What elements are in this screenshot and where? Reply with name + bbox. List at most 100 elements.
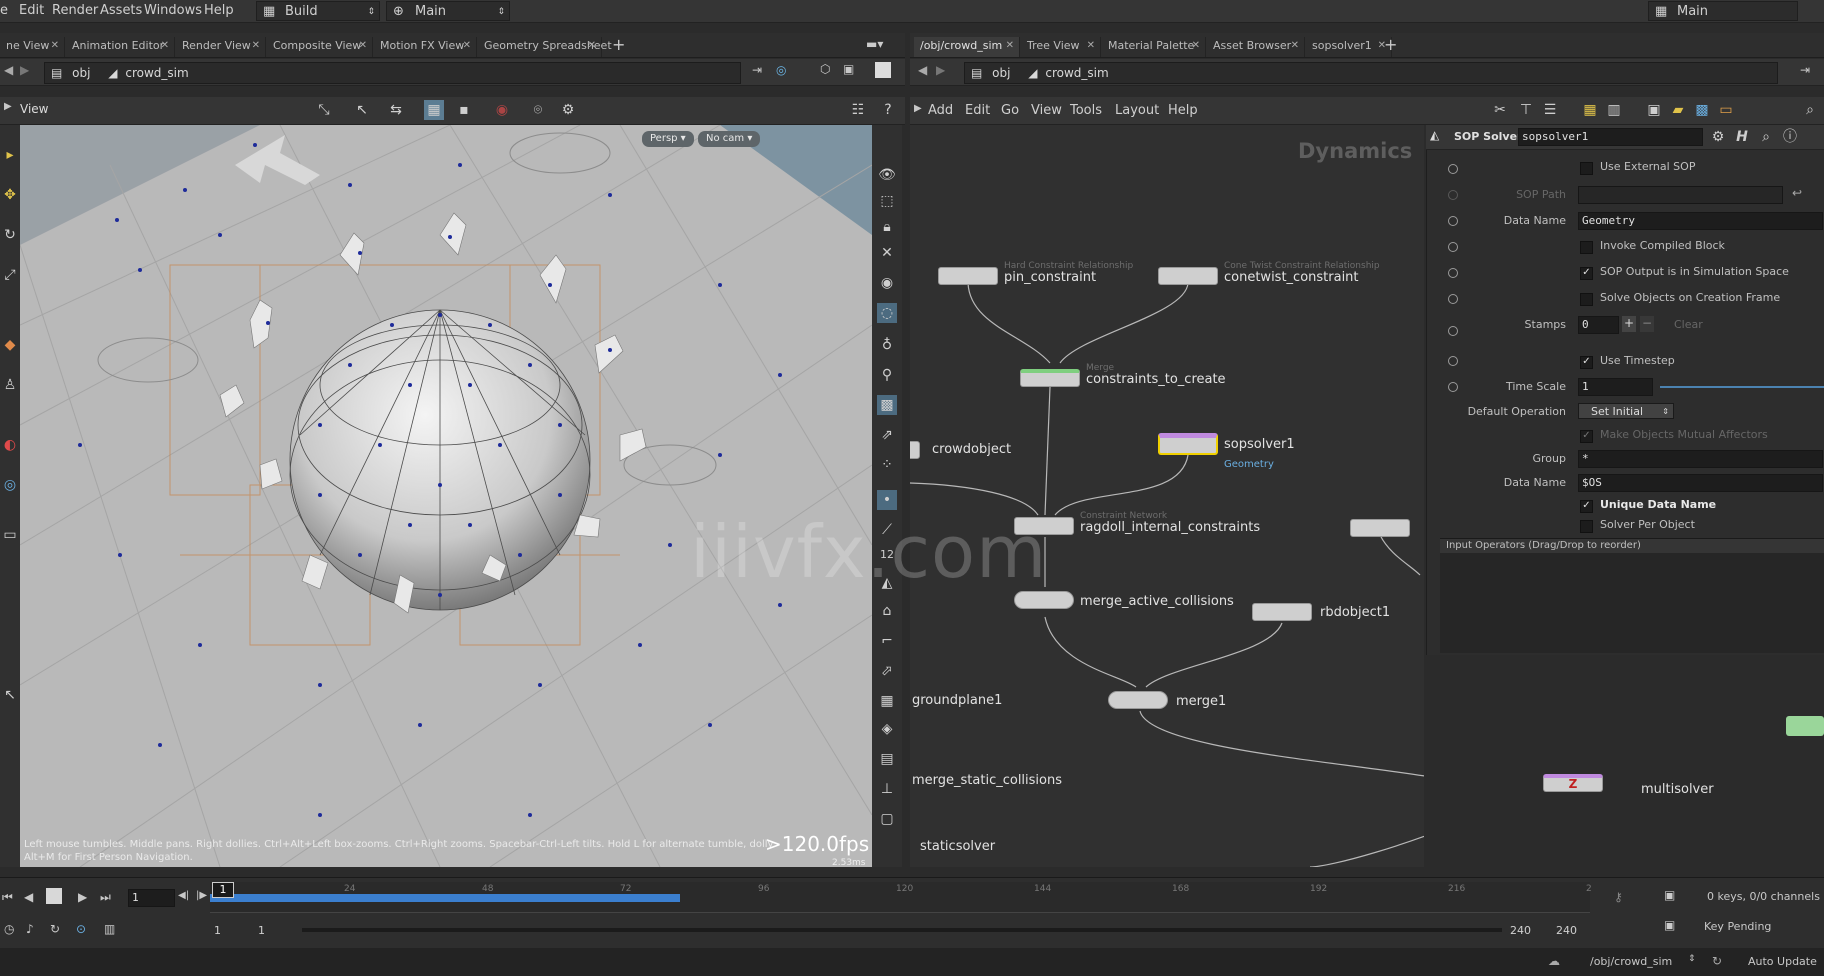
cloud-icon[interactable]: ☁ (1548, 954, 1560, 968)
fps-icon[interactable]: ▥ (104, 922, 115, 936)
pose-tool-icon[interactable]: ♙ (0, 375, 20, 395)
wrench-icon[interactable]: ✂ (1490, 100, 1510, 120)
use-external-sop-checkbox[interactable] (1580, 162, 1593, 175)
select-icon[interactable]: ↖ (352, 100, 372, 120)
tab-material-palette[interactable]: Material Palette ✕ (1102, 37, 1206, 57)
audio-icon[interactable]: ♪ (26, 922, 34, 936)
pin-icon[interactable]: ⇥ (1800, 63, 1810, 77)
skip-start-icon[interactable]: ⏮ (2, 890, 13, 905)
close-icon[interactable]: ✕ (359, 37, 367, 55)
loop-icon[interactable]: ↻ (50, 922, 60, 936)
stamps-remove-button[interactable]: − (1640, 316, 1654, 332)
settings-icon[interactable]: ⚙ (558, 100, 578, 120)
node-body[interactable] (1252, 603, 1312, 621)
range-slider[interactable] (302, 928, 1502, 932)
auto-update-button[interactable]: Auto Update (1748, 955, 1817, 968)
menu-file[interactable]: e (0, 3, 8, 18)
context-selector[interactable]: ⊕ Main ⇕ (386, 1, 510, 21)
shading-icon[interactable]: ◉ (877, 273, 897, 293)
box-icon[interactable]: ▢ (877, 809, 897, 829)
tree-icon[interactable]: ⊤ (1516, 100, 1536, 120)
left-path-field[interactable]: ▤ obj ◢ crowd_sim (44, 62, 741, 84)
camera-menu[interactable]: No cam ▾ (698, 131, 761, 147)
handle-tool-icon[interactable]: ◆ (0, 335, 20, 355)
right-path-field[interactable]: ▤ obj ◢ crowd_sim (964, 62, 1778, 84)
help-icon[interactable]: ? (878, 100, 898, 120)
forward-arrow-icon[interactable]: ▶ (936, 63, 945, 77)
skip-end-icon[interactable]: ⏭ (100, 890, 111, 905)
pane-menu-icon[interactable]: ▬▾ (866, 37, 883, 51)
menu-arrow-icon[interactable]: ▶ (4, 101, 12, 112)
vector-icon[interactable]: ⬀ (877, 661, 897, 681)
right-desktop-selector[interactable]: ▦ Main (1648, 1, 1798, 21)
points-icon[interactable]: ⁘ (877, 455, 897, 475)
range-end-field[interactable]: 240 (1510, 924, 1531, 937)
step-back-icon[interactable]: ◀| (178, 890, 189, 901)
multisolver-node-body[interactable]: Z (1543, 774, 1603, 792)
gear-icon[interactable]: ⚙ (1708, 127, 1728, 147)
node-body[interactable] (1350, 519, 1410, 537)
default-operation-select[interactable]: Set Initial ⇕ (1578, 403, 1674, 419)
tab-geometry-spreadsheet[interactable]: Geometry Spreadsheet ✕ (478, 37, 612, 57)
realtime-icon[interactable]: ◷ (4, 922, 14, 936)
tab-motion-fx-view[interactable]: Motion FX View ✕ (374, 37, 477, 57)
step-forward-icon[interactable]: |▶ (196, 890, 207, 901)
link-icon[interactable]: ◎ (776, 63, 786, 77)
back-arrow-icon[interactable]: ◀ (918, 63, 927, 77)
path-root[interactable]: obj (992, 66, 1010, 80)
net-menu-add[interactable]: Add (928, 103, 953, 118)
tab-animation-editor[interactable]: Animation Editor ✕ (66, 37, 175, 57)
range-end2-field[interactable]: 240 (1556, 924, 1577, 937)
offscreen-node[interactable] (1786, 716, 1824, 736)
channel-icon[interactable]: ▣ (1664, 888, 1675, 902)
record-icon[interactable]: ◉ (492, 100, 512, 120)
tab-composite-view[interactable]: Composite View ✕ (267, 37, 373, 57)
chevron-updown-icon[interactable]: ⇕ (1688, 954, 1696, 964)
lock-icon[interactable]: 🔒︎ (877, 217, 897, 237)
node-body[interactable] (1020, 369, 1080, 387)
headlight-icon[interactable]: ⚲ (877, 365, 897, 385)
time-scale-slider[interactable] (1660, 386, 1824, 388)
target-icon[interactable]: ✕ (877, 243, 897, 263)
ortho-icon[interactable]: ▪ (454, 100, 474, 120)
param-radio[interactable] (1448, 242, 1458, 252)
use-timestep-checkbox[interactable]: ✓ (1580, 356, 1593, 369)
rotate-tool-icon[interactable]: ↻ (0, 225, 20, 245)
dot-display-icon[interactable]: • (877, 490, 897, 510)
close-icon[interactable]: ✕ (161, 37, 169, 55)
node-body[interactable] (1158, 433, 1218, 455)
menu-render[interactable]: Render (52, 3, 98, 18)
add-tab-icon[interactable]: + (612, 35, 625, 54)
key-icon[interactable]: ⚷ (1614, 890, 1623, 904)
grid-icon[interactable]: ▦ (877, 691, 897, 711)
scene-viewport[interactable]: Persp ▾ No cam ▾ (20, 125, 872, 867)
menu-windows[interactable]: Windows (144, 3, 202, 18)
unique-data-name-checkbox[interactable]: ✓ (1580, 500, 1593, 513)
search-icon[interactable]: ⌕ (1800, 100, 1820, 120)
camera-icon[interactable]: ⌾ (528, 100, 548, 120)
stop-button[interactable] (46, 888, 62, 904)
make-objects-mutual-checkbox[interactable]: ✓ (1580, 430, 1593, 443)
solve-on-creation-checkbox[interactable] (1580, 293, 1593, 306)
desktop-selector[interactable]: ▦ Build ⇕ (256, 1, 380, 21)
net-menu-edit[interactable]: Edit (965, 103, 990, 118)
net-menu-help[interactable]: Help (1168, 103, 1198, 118)
path-root[interactable]: obj (72, 66, 90, 80)
frame-marker[interactable]: 1 (212, 882, 234, 898)
help-h-icon[interactable]: H (1732, 127, 1752, 147)
brush-tool-icon[interactable]: ◐ (0, 435, 20, 455)
sync-icon[interactable]: ⊙ (76, 922, 86, 936)
param-radio[interactable] (1448, 164, 1458, 174)
image-icon[interactable]: ▣ (1644, 100, 1664, 120)
close-icon[interactable]: ✕ (1087, 37, 1095, 55)
stamps-clear-button[interactable]: Clear (1674, 318, 1703, 331)
close-icon[interactable]: ✕ (252, 37, 260, 55)
diamond-icon[interactable]: ◈ (877, 719, 897, 739)
timeline-track[interactable]: 1 24 48 72 96 120 144 168 192 216 2 (210, 882, 1592, 913)
stamps-field[interactable]: 0 (1578, 316, 1619, 334)
solver-per-object-checkbox[interactable] (1580, 520, 1593, 533)
node-body[interactable] (1108, 691, 1168, 709)
eye-icon[interactable]: 👁︎ (877, 165, 897, 185)
group-field[interactable]: * (1578, 450, 1823, 468)
forward-arrow-icon[interactable]: ▶ (20, 63, 29, 77)
